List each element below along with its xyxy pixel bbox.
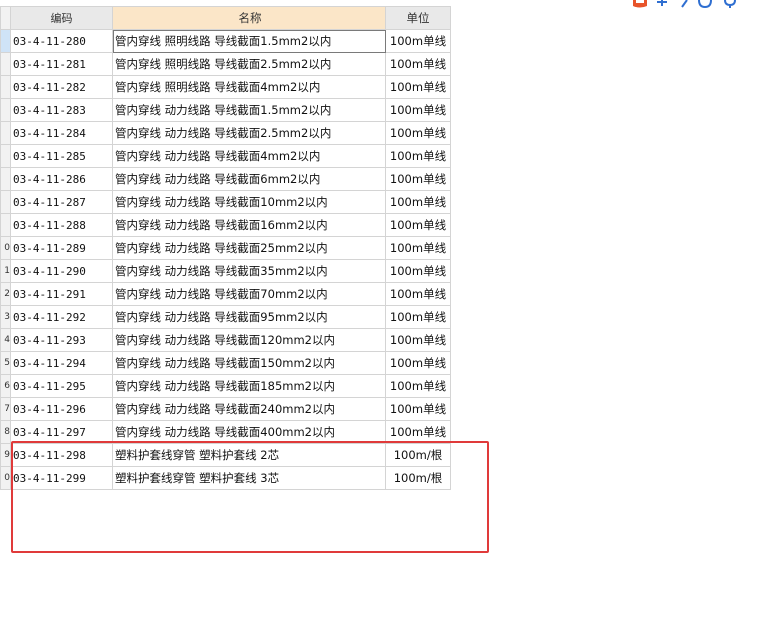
- table-row[interactable]: 6 03-4-11-295 管内穿线 动力线路 导线截面185mm2以内 100m单线: [0, 374, 451, 398]
- name-cell[interactable]: 管内穿线 动力线路 导线截面240mm2以内: [112, 397, 386, 421]
- row-number-cell: 1: [0, 259, 11, 283]
- row-number-cell: 3: [0, 305, 11, 329]
- unit-cell[interactable]: 100m单线: [385, 52, 451, 76]
- column-header-code[interactable]: 编码: [10, 6, 113, 30]
- name-cell[interactable]: 管内穿线 动力线路 导线截面4mm2以内: [112, 144, 386, 168]
- unit-cell[interactable]: 100m单线: [385, 397, 451, 421]
- table-row[interactable]: 03-4-11-281 管内穿线 照明线路 导线截面2.5mm2以内 100m单线: [0, 52, 451, 76]
- code-cell[interactable]: 03-4-11-281: [10, 52, 113, 76]
- name-cell[interactable]: 管内穿线 动力线路 导线截面10mm2以内: [112, 190, 386, 214]
- row-number-cell: [0, 190, 11, 214]
- unit-cell[interactable]: 100m单线: [385, 121, 451, 145]
- app-logo-icon: [633, 0, 736, 8]
- unit-cell[interactable]: 100m单线: [385, 144, 451, 168]
- code-cell[interactable]: 03-4-11-293: [10, 328, 113, 352]
- row-number-cell: 5: [0, 351, 11, 375]
- row-number-cell: 4: [0, 328, 11, 352]
- row-number-cell: 7: [0, 397, 11, 421]
- table-row[interactable]: 0 03-4-11-289 管内穿线 动力线路 导线截面25mm2以内 100m单线: [0, 236, 451, 260]
- table-row[interactable]: 03-4-11-286 管内穿线 动力线路 导线截面6mm2以内 100m单线: [0, 167, 451, 191]
- unit-cell[interactable]: 100m单线: [385, 374, 451, 398]
- row-number-cell: [0, 29, 11, 53]
- unit-cell[interactable]: 100m单线: [385, 29, 451, 53]
- name-cell[interactable]: 管内穿线 动力线路 导线截面120mm2以内: [112, 328, 386, 352]
- code-cell[interactable]: 03-4-11-287: [10, 190, 113, 214]
- unit-cell[interactable]: 100m单线: [385, 98, 451, 122]
- unit-cell[interactable]: 100m单线: [385, 282, 451, 306]
- name-cell[interactable]: 管内穿线 动力线路 导线截面6mm2以内: [112, 167, 386, 191]
- row-number-cell: [0, 121, 11, 145]
- row-number-cell: [0, 75, 11, 99]
- table-row[interactable]: 5 03-4-11-294 管内穿线 动力线路 导线截面150mm2以内 100m单线: [0, 351, 451, 375]
- row-number-cell: [0, 52, 11, 76]
- row-number-cell: [0, 167, 11, 191]
- code-cell[interactable]: 03-4-11-285: [10, 144, 113, 168]
- table-header-row: 编码 名称 单位: [0, 6, 451, 30]
- row-number-cell: [0, 213, 11, 237]
- code-cell[interactable]: 03-4-11-292: [10, 305, 113, 329]
- table-row[interactable]: 4 03-4-11-293 管内穿线 动力线路 导线截面120mm2以内 100m单线: [0, 328, 451, 352]
- row-number-cell: 8: [0, 420, 11, 444]
- code-cell[interactable]: 03-4-11-294: [10, 351, 113, 375]
- code-cell[interactable]: 03-4-11-289: [10, 236, 113, 260]
- unit-cell[interactable]: 100m单线: [385, 236, 451, 260]
- row-number-cell: 2: [0, 282, 11, 306]
- table-row[interactable]: 03-4-11-284 管内穿线 动力线路 导线截面2.5mm2以内 100m单线: [0, 121, 451, 145]
- table-row[interactable]: 7 03-4-11-296 管内穿线 动力线路 导线截面240mm2以内 100m单线: [0, 397, 451, 421]
- unit-cell[interactable]: 100m单线: [385, 75, 451, 99]
- row-number-cell: 6: [0, 374, 11, 398]
- unit-cell[interactable]: 100m单线: [385, 259, 451, 283]
- table-row[interactable]: 03-4-11-282 管内穿线 照明线路 导线截面4mm2以内 100m单线: [0, 75, 451, 99]
- name-cell[interactable]: 管内穿线 动力线路 导线截面70mm2以内: [112, 282, 386, 306]
- name-cell[interactable]: 管内穿线 动力线路 导线截面16mm2以内: [112, 213, 386, 237]
- table-row[interactable]: 03-4-11-283 管内穿线 动力线路 导线截面1.5mm2以内 100m单线: [0, 98, 451, 122]
- table-row[interactable]: 2 03-4-11-291 管内穿线 动力线路 导线截面70mm2以内 100m单线: [0, 282, 451, 306]
- name-cell[interactable]: 管内穿线 动力线路 导线截面35mm2以内: [112, 259, 386, 283]
- name-cell[interactable]: 管内穿线 照明线路 导线截面1.5mm2以内: [112, 29, 386, 53]
- column-header-unit[interactable]: 单位: [385, 6, 451, 30]
- row-number-header: [0, 6, 11, 30]
- name-cell[interactable]: 管内穿线 照明线路 导线截面2.5mm2以内: [112, 52, 386, 76]
- code-cell[interactable]: 03-4-11-284: [10, 121, 113, 145]
- name-cell[interactable]: 管内穿线 动力线路 导线截面185mm2以内: [112, 374, 386, 398]
- code-cell[interactable]: 03-4-11-296: [10, 397, 113, 421]
- code-cell[interactable]: 03-4-11-280: [10, 29, 113, 53]
- row-number-cell: 9: [0, 443, 11, 467]
- row-number-cell: 0: [0, 236, 11, 260]
- code-cell[interactable]: 03-4-11-286: [10, 167, 113, 191]
- code-cell[interactable]: 03-4-11-291: [10, 282, 113, 306]
- unit-cell[interactable]: 100m单线: [385, 190, 451, 214]
- row-number-cell: 0: [0, 466, 11, 490]
- code-cell[interactable]: 03-4-11-295: [10, 374, 113, 398]
- red-highlight-box: [11, 441, 489, 553]
- row-number-cell: [0, 144, 11, 168]
- name-cell[interactable]: 管内穿线 动力线路 导线截面1.5mm2以内: [112, 98, 386, 122]
- row-number-cell: [0, 98, 11, 122]
- table-row[interactable]: 03-4-11-287 管内穿线 动力线路 导线截面10mm2以内 100m单线: [0, 190, 451, 214]
- code-cell[interactable]: 03-4-11-282: [10, 75, 113, 99]
- unit-cell[interactable]: 100m单线: [385, 213, 451, 237]
- unit-cell[interactable]: 100m单线: [385, 305, 451, 329]
- table-row[interactable]: 03-4-11-288 管内穿线 动力线路 导线截面16mm2以内 100m单线: [0, 213, 451, 237]
- column-header-name[interactable]: 名称: [112, 6, 386, 30]
- code-cell[interactable]: 03-4-11-290: [10, 259, 113, 283]
- table-row[interactable]: 03-4-11-285 管内穿线 动力线路 导线截面4mm2以内 100m单线: [0, 144, 451, 168]
- name-cell[interactable]: 管内穿线 动力线路 导线截面95mm2以内: [112, 305, 386, 329]
- name-cell[interactable]: 管内穿线 动力线路 导线截面2.5mm2以内: [112, 121, 386, 145]
- code-cell[interactable]: 03-4-11-288: [10, 213, 113, 237]
- table-row[interactable]: 1 03-4-11-290 管内穿线 动力线路 导线截面35mm2以内 100m单线: [0, 259, 451, 283]
- unit-cell[interactable]: 100m单线: [385, 328, 451, 352]
- name-cell[interactable]: 管内穿线 动力线路 导线截面25mm2以内: [112, 236, 386, 260]
- unit-cell[interactable]: 100m单线: [385, 167, 451, 191]
- name-cell[interactable]: 管内穿线 照明线路 导线截面4mm2以内: [112, 75, 386, 99]
- table-row[interactable]: 03-4-11-280 管内穿线 照明线路 导线截面1.5mm2以内 100m单线: [0, 29, 451, 53]
- unit-cell[interactable]: 100m单线: [385, 351, 451, 375]
- quota-table: 编码 名称 单位 03-4-11-280 管内穿线 照明线路 导线截面1.5mm2…: [0, 6, 451, 490]
- code-cell[interactable]: 03-4-11-283: [10, 98, 113, 122]
- name-cell[interactable]: 管内穿线 动力线路 导线截面150mm2以内: [112, 351, 386, 375]
- table-row[interactable]: 3 03-4-11-292 管内穿线 动力线路 导线截面95mm2以内 100m单线: [0, 305, 451, 329]
